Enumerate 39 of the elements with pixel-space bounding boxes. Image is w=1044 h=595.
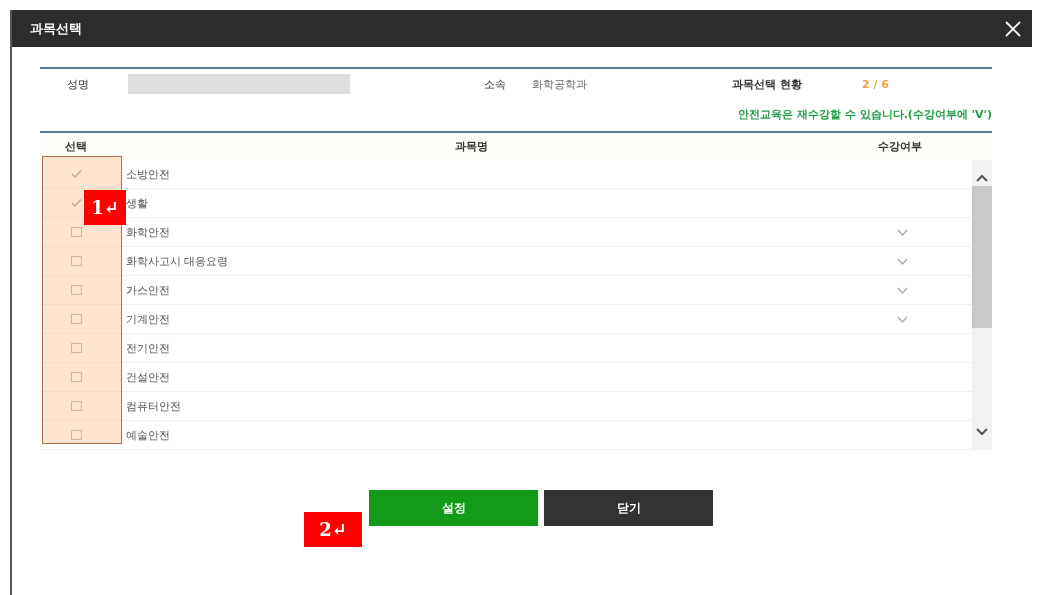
checkbox[interactable] (70, 343, 82, 353)
selection-status-label: 과목선택 현황 (732, 76, 803, 92)
subject-name: 건설안전 (125, 369, 171, 385)
checkbox[interactable] (70, 227, 82, 237)
annotation-badge: 1↵ (84, 190, 126, 225)
subject-name: 가스안전 (125, 282, 171, 298)
taken-column-header: 수강여부 (877, 139, 923, 154)
close-icon[interactable] (1004, 19, 1022, 38)
subject-column-header: 과목명 (453, 139, 489, 154)
checkbox[interactable] (70, 285, 82, 295)
checkbox[interactable] (70, 256, 82, 266)
close-button[interactable]: 닫기 (544, 490, 713, 526)
checkbox[interactable] (70, 314, 82, 324)
subject-name: 기계안전 (125, 311, 171, 327)
subject-name: 컴퓨터안전 (125, 398, 182, 414)
name-label: 성명 (65, 76, 90, 92)
select-column-header: 선택 (64, 139, 88, 154)
selection-count: 2 / 6 (862, 77, 889, 91)
subject-name: 소방안전 (125, 166, 171, 182)
affiliation-value: 화학공학과 (532, 76, 588, 92)
checkbox[interactable] (70, 401, 82, 411)
subject-name: 전기안전 (125, 340, 171, 356)
set-button[interactable]: 설정 (369, 490, 538, 526)
subject-name: 화학안전 (125, 224, 171, 240)
subject-name: 화학사고시 대응요령 (125, 253, 230, 269)
scroll-down-icon[interactable] (976, 428, 988, 436)
notice-text: 안전교육은 재수강할 수 있습니다.(수강여부에 'V') (738, 108, 992, 121)
subject-name: 생활 (125, 195, 149, 211)
affiliation-label: 소속 (483, 76, 507, 92)
annotation-badge: 2↵ (304, 512, 362, 547)
scrollbar-thumb[interactable] (972, 186, 992, 328)
scroll-up-icon[interactable] (976, 174, 988, 182)
checkbox[interactable] (70, 372, 82, 382)
checkbox[interactable] (70, 430, 82, 440)
checkbox[interactable] (70, 169, 82, 179)
dialog-title: 과목선택 (30, 19, 82, 38)
scrollbar[interactable] (972, 160, 992, 450)
checkbox[interactable] (70, 198, 82, 208)
subject-name: 예술안전 (125, 427, 171, 443)
